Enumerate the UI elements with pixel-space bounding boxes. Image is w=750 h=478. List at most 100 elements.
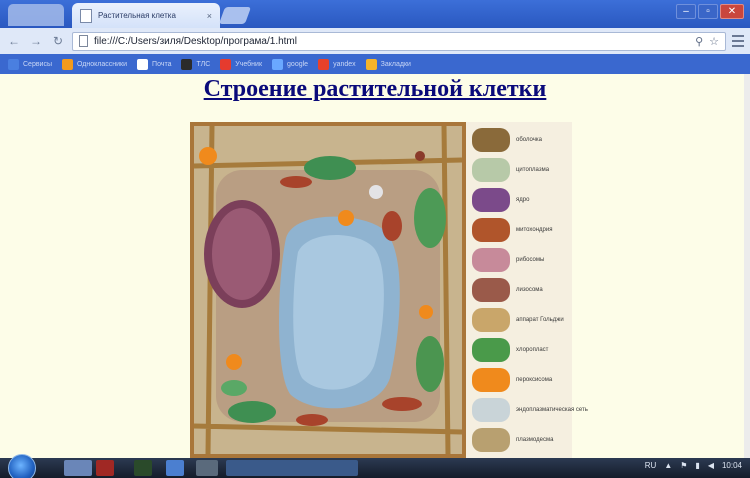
tab-title: Растительная клетка [98,11,176,20]
new-tab-button[interactable] [218,7,252,24]
bookmark-icon [8,58,19,70]
legend-item: ядро [472,188,529,212]
window-controls: – ▫ ✕ [676,4,744,19]
bookmark-item[interactable]: ТЛС [181,58,211,70]
bookmark-icon [62,58,74,70]
bookmark-label: Закладки [380,60,411,68]
minimize-button[interactable]: – [676,4,696,19]
maximize-button[interactable]: ▫ [698,4,718,19]
legend-item: рибосомы [472,248,544,272]
bookmark-item[interactable]: Почта [137,58,172,70]
close-button[interactable]: ✕ [720,4,744,19]
page-scrollbar[interactable] [744,74,750,458]
address-actions: ⚲ ☆ [695,35,719,48]
legend-label: ядро [516,197,530,203]
bookmark-label: Почта [152,60,172,68]
forward-icon[interactable]: → [28,33,44,49]
url-text[interactable]: file:///C:/Users/зиля/Desktop/програма/1… [94,36,297,47]
bookmark-item[interactable]: Учебник [220,58,262,70]
legend-swatch [472,158,510,182]
signal-icon[interactable]: ▮ [695,461,699,470]
legend-item: оболочка [472,128,542,152]
address-bar[interactable]: file:///C:/Users/зиля/Desktop/програма/1… [72,31,726,51]
legend-label: митохондрия [516,227,553,233]
taskbar-app-7zip[interactable] [134,460,152,476]
legend-item: цитоплазма [472,158,549,182]
legend-label: рибосомы [516,257,545,263]
legend-item: лизосома [472,278,543,302]
legend-swatch [472,428,510,452]
legend-swatch [472,398,510,422]
legend-label: плазмодесма [516,437,554,443]
bookmark-icon [181,58,193,70]
legend-swatch [472,338,510,362]
legend-swatch [472,128,510,152]
bookmark-item[interactable]: Закладки [365,58,411,70]
bookmark-icon [220,58,232,70]
flag-icon[interactable]: ⚑ [680,461,687,470]
bookmark-item[interactable]: Одноклассники [62,58,128,70]
legend-swatch [472,248,510,272]
legend-label: цитоплазма [516,167,550,173]
windows-taskbar: RU ▲ ⚑ ▮ ◀ 10:04 [0,454,750,478]
address-toolbar: ← → ↻ file:///C:/Users/зиля/Desktop/прог… [0,28,750,54]
legend-label: оболочка [516,137,542,143]
star-icon[interactable]: ☆ [709,35,719,48]
network-icon[interactable]: ▲ [664,461,672,470]
tab-strip-left[interactable] [8,4,64,26]
plant-cell-drawing [194,126,462,454]
bookmark-icon [365,58,377,70]
page-icon [80,8,92,23]
legend-swatch [472,278,510,302]
bookmark-item[interactable]: google [272,58,309,70]
legend-label: аппарат Гольджи [516,317,564,323]
menu-icon[interactable] [732,34,744,48]
bookmark-icon [318,58,330,70]
tab-active[interactable]: Растительная клетка × [72,3,220,28]
bookmark-label: google [287,60,309,68]
plant-cell-illustration [190,122,466,458]
bookmark-item[interactable]: Сервисы [8,58,53,70]
legend-swatch [472,218,510,242]
taskbar-app-opera[interactable] [96,460,114,476]
back-icon[interactable]: ← [6,33,22,49]
browser-window: Растительная клетка × – ▫ ✕ ← → ↻ file:/… [0,0,750,478]
bookmarks-bar: Сервисы Одноклассники Почта ТЛС Учебник googl… [0,54,750,74]
bookmark-label: Одноклассники [77,60,128,68]
volume-icon[interactable]: ◀ [708,461,714,470]
bookmark-item[interactable]: yandex [318,58,356,70]
legend-label: эндоплазматическая сеть [516,407,588,413]
legend-swatch [472,368,510,392]
legend-item: аппарат Гольджи [472,308,564,332]
bookmark-icon [272,58,284,70]
bookmark-label: yandex [333,60,356,68]
legend-item: плазмодесма [472,428,553,452]
page-content: Строение растительной клетки оболочка ци… [0,74,750,458]
legend-item: эндоплазматическая сеть [472,398,588,422]
legend-label: лизосома [516,287,543,293]
clock[interactable]: 10:04 [722,461,742,470]
page-title: Строение растительной клетки [203,76,547,102]
windows-start-icon[interactable] [8,454,36,478]
taskbar-app-chrome[interactable] [226,460,358,476]
taskbar-app-windows[interactable] [166,460,184,476]
legend-item: митохондрия [472,218,552,242]
legend-label: пероксисома [516,377,553,383]
legend-swatch [472,188,510,212]
taskbar-app-explorer[interactable] [64,460,92,476]
legend-item: хлоропласт [472,338,548,362]
taskbar-app-media[interactable] [196,460,218,476]
bookmark-label: ТЛС [196,60,211,68]
bookmark-label: Сервисы [23,60,53,68]
tab-close-icon[interactable]: × [207,11,212,21]
reload-icon[interactable]: ↻ [50,33,66,49]
legend-swatch [472,308,510,332]
bookmark-icon [137,58,149,70]
tab-bar: Растительная клетка × – ▫ ✕ [0,0,750,28]
page-icon [79,35,88,47]
legend-item: пероксисома [472,368,552,392]
language-indicator[interactable]: RU [645,461,657,470]
search-icon[interactable]: ⚲ [695,35,703,48]
system-tray: RU ▲ ⚑ ▮ ◀ 10:04 [645,461,742,470]
legend-label: хлоропласт [516,347,549,353]
